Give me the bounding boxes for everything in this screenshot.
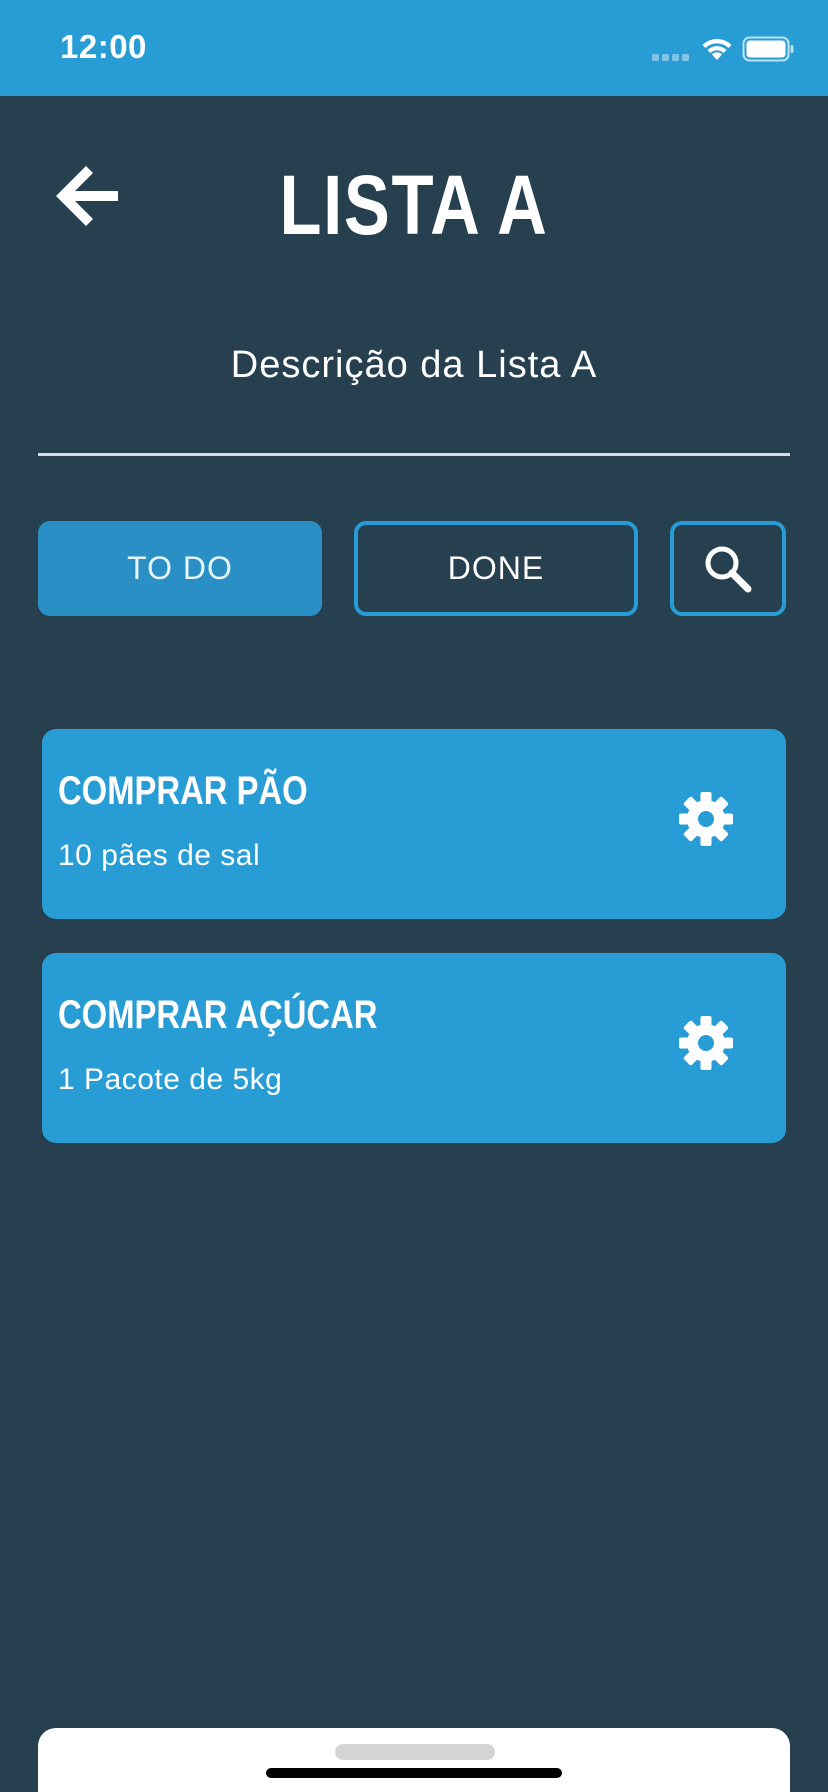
search-icon	[705, 546, 752, 592]
home-indicator	[266, 1768, 562, 1778]
task-title: COMPRAR PÃO	[58, 769, 308, 813]
sheet-handle[interactable]	[335, 1744, 495, 1760]
task-card[interactable]: COMPRAR AÇÚCAR 1 Pacote de 5kg	[42, 953, 786, 1143]
task-subtitle: 1 Pacote de 5kg	[58, 1063, 283, 1096]
done-tab-button[interactable]: DONE	[354, 521, 638, 616]
todo-tab-button[interactable]: TO DO	[38, 521, 322, 616]
task-card[interactable]: COMPRAR PÃO 10 pães de sal	[42, 729, 786, 919]
signal-icon	[652, 54, 689, 61]
task-subtitle: 10 pães de sal	[58, 839, 261, 872]
task-title: COMPRAR AÇÚCAR	[58, 993, 378, 1037]
page-title: LISTA A	[279, 158, 549, 252]
gear-icon[interactable]	[678, 1015, 734, 1071]
search-button[interactable]	[670, 521, 786, 616]
page-description: Descrição da Lista A	[230, 344, 598, 386]
battery-icon	[742, 36, 794, 62]
bottom-sheet[interactable]	[38, 1728, 790, 1792]
status-time: 12:00	[60, 28, 147, 65]
status-bar: 12:00	[0, 0, 828, 96]
wifi-icon	[702, 38, 732, 60]
gear-icon[interactable]	[678, 791, 734, 847]
screen: 12:00 LISTA A Descrição da Lista A TO DO…	[0, 0, 828, 1792]
divider	[38, 453, 790, 456]
